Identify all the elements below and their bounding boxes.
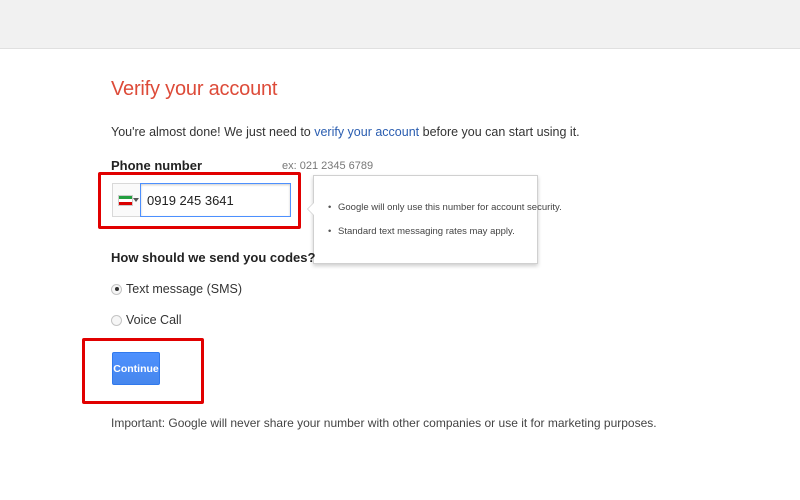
voice-call-option[interactable]: Voice Call bbox=[111, 312, 182, 328]
intro-text: You're almost done! We just need to veri… bbox=[111, 125, 580, 139]
verify-account-link[interactable]: verify your account bbox=[314, 125, 419, 139]
sms-option-label: Text message (SMS) bbox=[126, 282, 243, 296]
sms-radio[interactable] bbox=[111, 283, 122, 295]
page-title: Verify your account bbox=[111, 78, 278, 100]
intro-text-before: You're almost done! We just need to bbox=[111, 125, 315, 139]
phone-example-hint: ex: 021 2345 6789 bbox=[282, 160, 374, 172]
sms-option[interactable]: Text message (SMS) bbox=[111, 281, 242, 297]
voice-call-radio[interactable] bbox=[111, 314, 122, 326]
phone-info-tooltip: Google will only use this number for acc… bbox=[307, 175, 562, 264]
tooltip-item: Standard text messaging rates may apply. bbox=[328, 226, 562, 237]
intro-text-after: before you can start using it. bbox=[419, 125, 580, 139]
privacy-notice: Important: Google will never share your … bbox=[111, 416, 657, 430]
tooltip-arrow-inner bbox=[308, 203, 314, 215]
delivery-method-label: How should we send you codes? bbox=[111, 250, 316, 265]
top-bar bbox=[0, 0, 800, 49]
voice-call-option-label: Voice Call bbox=[126, 313, 182, 327]
continue-highlight-frame bbox=[82, 338, 204, 404]
tooltip-list: Google will only use this number for acc… bbox=[328, 202, 562, 250]
tooltip-item: Google will only use this number for acc… bbox=[328, 202, 562, 213]
phone-number-label: Phone number bbox=[111, 158, 203, 173]
phone-highlight-frame bbox=[98, 172, 301, 229]
